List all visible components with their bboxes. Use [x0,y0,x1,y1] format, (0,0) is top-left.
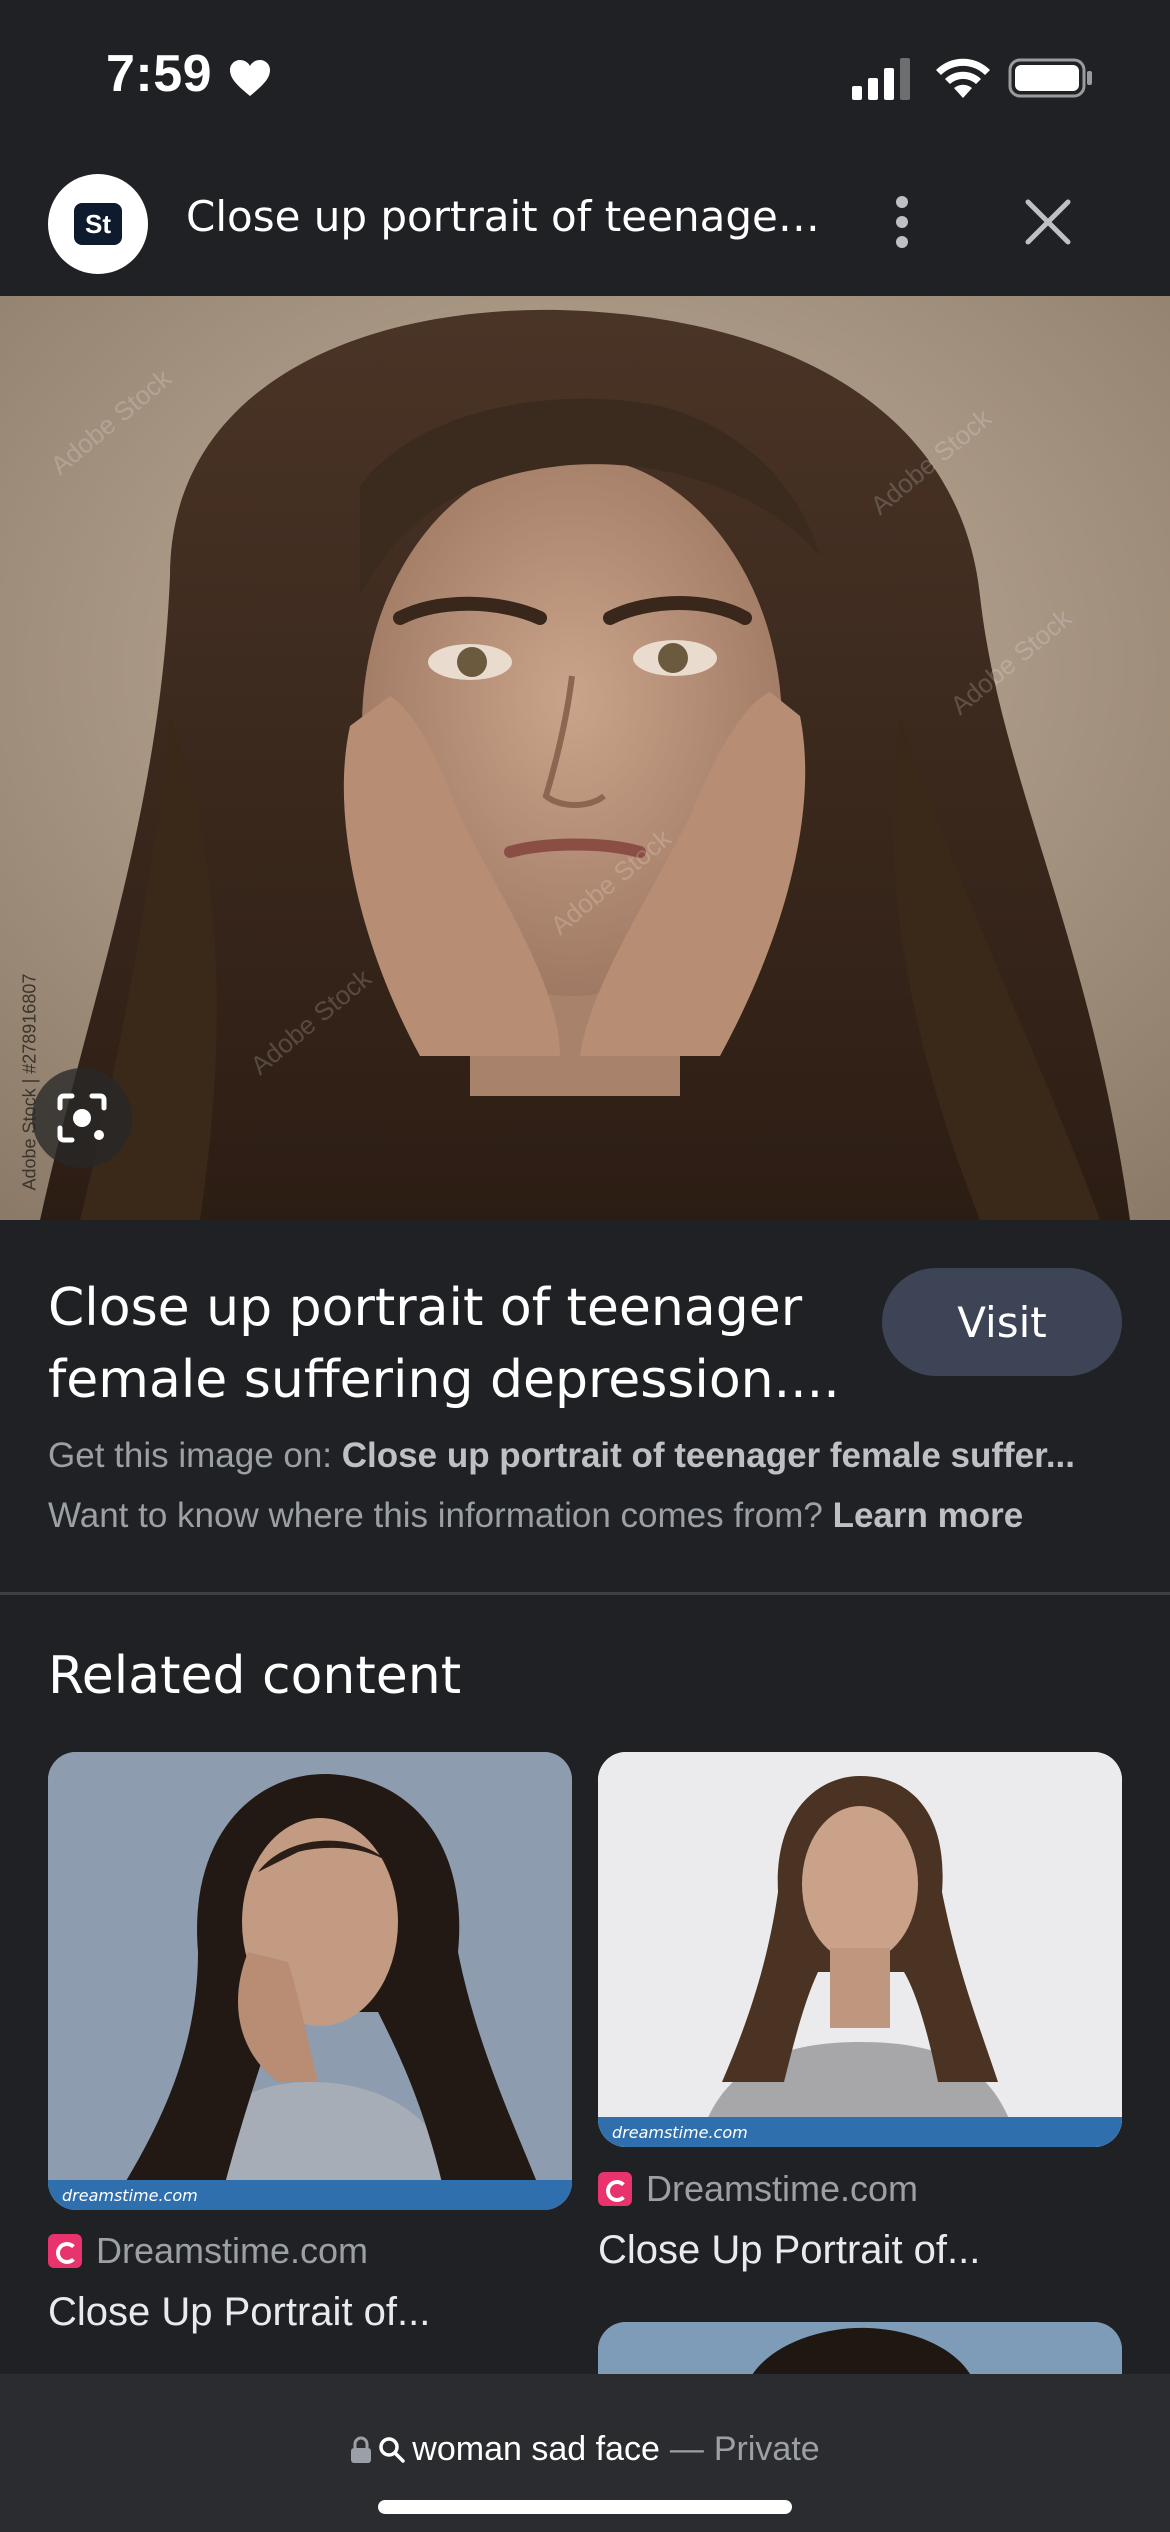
browser-bottom-bar: woman sad face — Private [0,2374,1170,2532]
home-indicator[interactable] [378,2500,792,2514]
get-image-source-link[interactable]: Close up portrait of teenager female suf… [342,1436,1075,1475]
portrait-image: Adobe Stock Adobe Stock Adobe Stock Adob… [0,296,1170,1220]
related-source[interactable]: Dreamstime.com [598,2168,918,2210]
image-credit: Adobe Stock | #278916807 [19,973,40,1191]
related-caption[interactable]: Close Up Portrait of... [598,2228,1122,2273]
dreamstime-favicon-icon [48,2234,82,2268]
screen: 7:59 St Close up portrait of teenager f.… [0,0,1170,2532]
search-query: woman sad face [412,2430,660,2468]
dreamstime-watermark: dreamstime.com [48,2180,572,2210]
related-card[interactable]: dreamstime.com [48,1752,572,2210]
cellular-signal-icon [852,58,910,100]
lens-search-button[interactable] [32,1068,132,1168]
address-separator: — [669,2430,704,2468]
dot-icon [896,216,908,228]
dreamstime-favicon-icon [598,2172,632,2206]
heart-icon [230,60,270,96]
lock-icon [351,2436,372,2463]
info-question: Want to know where this information come… [48,1496,823,1535]
dot-icon [896,236,908,248]
related-content-heading: Related content [48,1646,462,1706]
get-image-line[interactable]: Get this image on: Close up portrait of … [48,1436,1128,1476]
header-title[interactable]: Close up portrait of teenager f... [186,192,826,241]
related-source[interactable]: Dreamstime.com [48,2230,368,2272]
section-divider [0,1592,1170,1595]
image-viewer-header: St Close up portrait of teenager f... [0,150,1170,296]
image-title[interactable]: Close up portrait of teenager female suf… [48,1272,848,1416]
status-bar: 7:59 [0,0,1170,150]
search-icon [379,2436,406,2463]
related-image [48,1752,572,2210]
private-mode-label: Private [713,2430,820,2468]
related-image [598,1752,1122,2147]
wifi-icon [936,58,990,98]
visit-button[interactable]: Visit [882,1268,1122,1376]
status-time: 7:59 [106,45,213,103]
close-icon[interactable] [1020,194,1076,250]
related-caption[interactable]: Close Up Portrait of... [48,2290,572,2335]
dreamstime-watermark: dreamstime.com [598,2117,1122,2147]
main-image[interactable]: Adobe Stock Adobe Stock Adobe Stock Adob… [0,296,1170,1220]
address-bar[interactable]: woman sad face — Private [0,2430,1170,2469]
lens-icon [57,1093,107,1143]
related-source-label: Dreamstime.com [96,2230,369,2271]
related-source-label: Dreamstime.com [646,2168,919,2209]
related-card[interactable]: dreamstime.com [598,1752,1122,2147]
battery-icon [1008,58,1092,98]
dot-icon [896,196,908,208]
learn-more-link[interactable]: Learn more [833,1496,1024,1535]
get-image-prefix: Get this image on: [48,1436,333,1475]
more-options-button[interactable] [878,190,926,254]
info-source-line: Want to know where this information come… [48,1496,1128,1536]
adobe-stock-logo: St [74,203,122,245]
source-avatar[interactable]: St [48,174,148,274]
